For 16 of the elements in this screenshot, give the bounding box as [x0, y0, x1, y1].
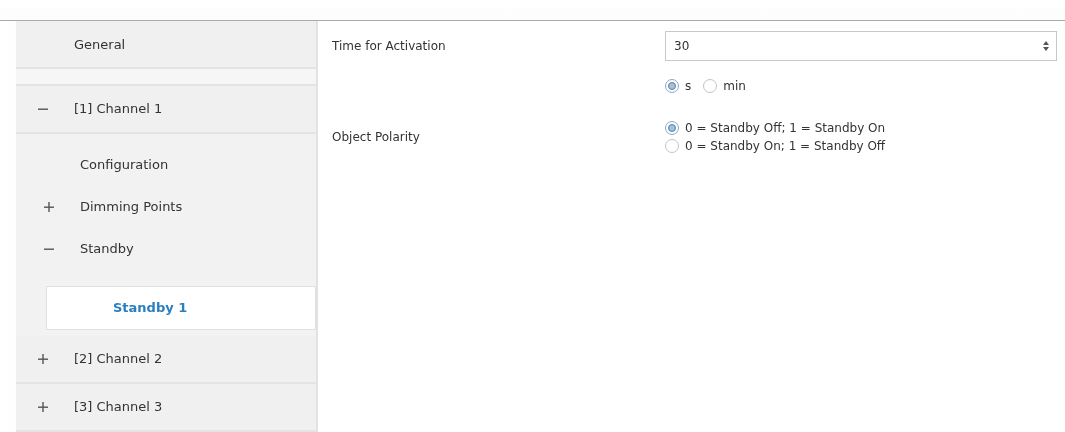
- radio-option[interactable]: 0 = Standby Off; 1 = Standby On: [665, 121, 1057, 135]
- radio-button[interactable]: [665, 79, 679, 93]
- radio-button[interactable]: [703, 79, 718, 93]
- parameter-label: Object Polarity: [332, 130, 421, 144]
- number-field[interactable]: 30: [665, 31, 1057, 61]
- tree-item[interactable]: Standby 1: [46, 285, 316, 330]
- radio-option[interactable]: s: [665, 79, 692, 93]
- expand-icon[interactable]: [36, 352, 50, 365]
- radio-option[interactable]: min: [703, 79, 746, 93]
- expand-icon[interactable]: [42, 200, 56, 213]
- spinner-arrows-icon[interactable]: [1042, 40, 1050, 52]
- radio-option[interactable]: 0 = Standby On; 1 = Standby Off: [665, 139, 1057, 153]
- radio-button[interactable]: [665, 139, 679, 153]
- expand-icon[interactable]: [36, 400, 50, 413]
- parameter-label: Time for Activation: [332, 39, 447, 53]
- radio-button[interactable]: [665, 121, 679, 135]
